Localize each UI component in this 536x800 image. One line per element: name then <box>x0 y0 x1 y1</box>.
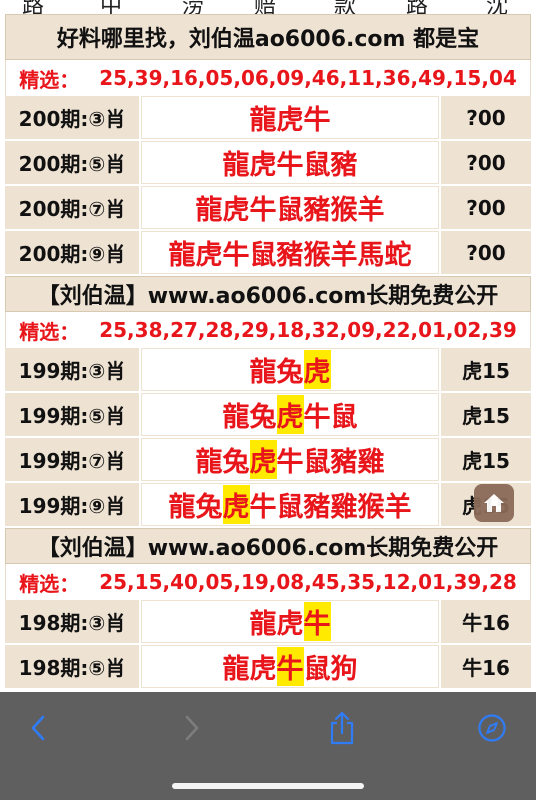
result-cell: 牛16 <box>441 600 531 643</box>
top-fragment: 路 <box>22 0 45 14</box>
selected-numbers: 25,15,40,05,19,08,45,35,12,01,39,28 <box>99 570 517 594</box>
top-fragment: 中 <box>100 0 123 14</box>
share-button[interactable] <box>322 708 362 748</box>
zodiac-cell: 龍虎牛鼠豬猴羊 <box>141 186 439 229</box>
result-cell: 虎15 <box>441 438 531 481</box>
top-fragment: 涝 <box>182 0 205 14</box>
result-cell: ?00 <box>441 231 531 274</box>
forward-button[interactable] <box>172 708 212 748</box>
result-cell: 牛16 <box>441 645 531 688</box>
selected-numbers: 25,39,16,05,06,09,46,11,36,49,15,04 <box>99 66 517 90</box>
zodiac-cell: 龍虎牛鼠狗 <box>141 645 439 688</box>
selected-numbers-row: 精选： 25,39,16,05,06,09,46,11,36,49,15,04 <box>5 60 531 96</box>
chevron-left-icon <box>31 715 45 741</box>
zodiac-cell: 龍虎牛 <box>141 96 439 139</box>
zodiac-cell: 龍虎牛 <box>141 600 439 643</box>
selected-numbers-row: 精选： 25,15,40,05,19,08,45,35,12,01,39,28 <box>5 564 531 600</box>
table-row: 200期:③肖 龍虎牛 ?00 <box>5 96 531 139</box>
home-indicator[interactable] <box>172 783 364 789</box>
result-cell: ?00 <box>441 141 531 184</box>
table-row: 200期:⑨肖 龍虎牛鼠豬猴羊馬蛇 ?00 <box>5 231 531 274</box>
home-icon <box>484 494 504 512</box>
zodiac-cell: 龍兔虎 <box>141 348 439 391</box>
share-icon <box>330 711 354 745</box>
zodiac-cell: 龍兔虎牛鼠豬雞 <box>141 438 439 481</box>
top-fragment: 路 <box>406 0 429 14</box>
period-cell: 200期:⑦肖 <box>5 186 139 229</box>
highlighted-zodiac: 虎 <box>249 440 277 479</box>
highlighted-zodiac: 虎 <box>276 395 304 434</box>
home-button[interactable] <box>474 484 514 522</box>
period-cell: 200期:⑨肖 <box>5 231 139 274</box>
table-row: 199期:⑨肖 龍兔虎牛鼠豬雞猴羊 虎15 <box>5 483 531 526</box>
period-cell: 199期:⑦肖 <box>5 438 139 481</box>
compass-button[interactable] <box>472 708 512 748</box>
result-cell: ?00 <box>441 96 531 139</box>
result-cell: 虎15 <box>441 348 531 391</box>
top-fragment: 赔 <box>254 0 277 14</box>
table-row: 200期:⑤肖 龍虎牛鼠豬 ?00 <box>5 141 531 184</box>
zodiac-cell: 龍兔虎牛鼠豬雞猴羊 <box>141 483 439 526</box>
period-cell: 200期:⑤肖 <box>5 141 139 184</box>
back-button[interactable] <box>18 708 58 748</box>
top-fragment: 沈 <box>486 0 509 14</box>
zodiac-cell: 龍兔虎牛鼠 <box>141 393 439 436</box>
result-cell: ?00 <box>441 186 531 229</box>
prediction-table: 好料哪里找，刘伯温ao6006.com 都是宝 精选： 25,39,16,05,… <box>5 14 531 690</box>
highlighted-zodiac: 牛 <box>276 647 304 686</box>
period-cell: 200期:③肖 <box>5 96 139 139</box>
section-header: 【刘伯温】www.ao6006.com长期免费公开 <box>5 528 531 564</box>
table-row: 199期:⑤肖 龍兔虎牛鼠 虎15 <box>5 393 531 436</box>
highlighted-zodiac: 牛 <box>303 602 331 641</box>
table-row: 198期:⑤肖 龍虎牛鼠狗 牛16 <box>5 645 531 688</box>
selected-numbers-row: 精选： 25,38,27,28,29,18,32,09,22,01,02,39 <box>5 312 531 348</box>
selected-label: 精选： <box>19 571 80 596</box>
period-cell: 199期:③肖 <box>5 348 139 391</box>
table-row: 198期:③肖 龍虎牛 牛16 <box>5 600 531 643</box>
cut-off-top-text: 路 中 涝 赔 款 路 沈 <box>0 0 536 14</box>
period-cell: 199期:⑤肖 <box>5 393 139 436</box>
zodiac-cell: 龍虎牛鼠豬猴羊馬蛇 <box>141 231 439 274</box>
highlighted-zodiac: 虎 <box>303 350 331 389</box>
web-page-content[interactable]: 好料哪里找，刘伯温ao6006.com 都是宝 精选： 25,39,16,05,… <box>0 14 536 692</box>
section-header: 好料哪里找，刘伯温ao6006.com 都是宝 <box>5 14 531 60</box>
chevron-right-icon <box>185 715 199 741</box>
selected-label: 精选： <box>19 319 80 344</box>
zodiac-cell: 龍虎牛鼠豬 <box>141 141 439 184</box>
selected-label: 精选： <box>19 67 80 92</box>
selected-numbers: 25,38,27,28,29,18,32,09,22,01,02,39 <box>99 318 517 342</box>
period-cell: 198期:⑤肖 <box>5 645 139 688</box>
table-row: 199期:⑦肖 龍兔虎牛鼠豬雞 虎15 <box>5 438 531 481</box>
top-fragment: 款 <box>334 0 357 14</box>
compass-icon <box>478 714 506 742</box>
period-cell: 198期:③肖 <box>5 600 139 643</box>
result-cell: 虎15 <box>441 393 531 436</box>
highlighted-zodiac: 虎 <box>222 485 250 524</box>
table-row: 199期:③肖 龍兔虎 虎15 <box>5 348 531 391</box>
section-header: 【刘伯温】www.ao6006.com长期免费公开 <box>5 276 531 312</box>
table-row: 200期:⑦肖 龍虎牛鼠豬猴羊 ?00 <box>5 186 531 229</box>
period-cell: 199期:⑨肖 <box>5 483 139 526</box>
